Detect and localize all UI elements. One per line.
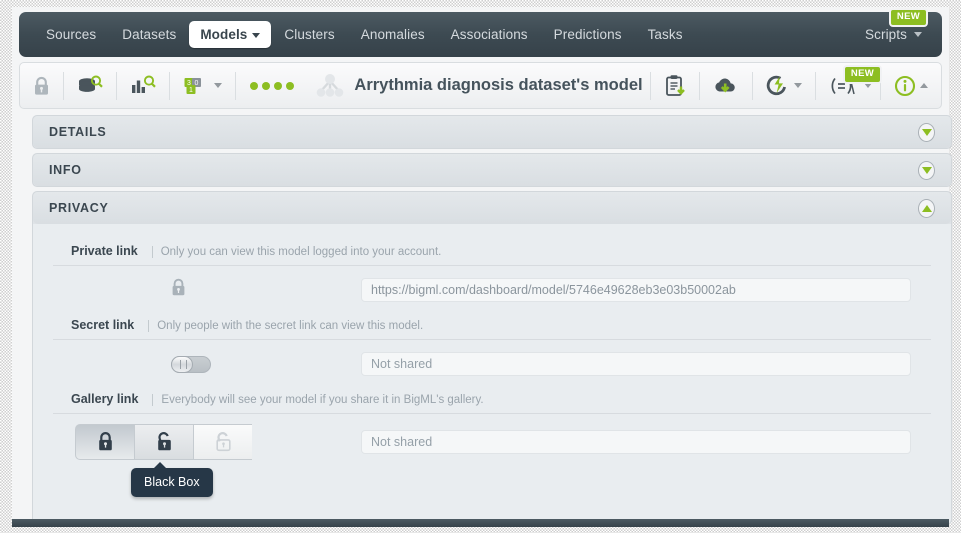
nav-item-models[interactable]: Models xyxy=(189,21,272,48)
private-link-label: Private link xyxy=(71,244,138,258)
privacy-row-body: Black Box Not shared xyxy=(53,414,931,497)
closed-lock-icon xyxy=(171,278,186,302)
lock-icon-glyph xyxy=(35,76,48,95)
nav-item-sources[interactable]: Sources xyxy=(33,21,109,48)
private-link-description: Only you can view this model logged into… xyxy=(151,246,441,258)
info-icon[interactable] xyxy=(881,62,941,109)
clipboard-download-icon[interactable] xyxy=(651,62,699,109)
private-link-control xyxy=(71,278,361,302)
formula-icon[interactable]: NEW xyxy=(816,62,882,109)
section-info-title: INFO xyxy=(49,163,82,177)
progress-dot xyxy=(286,81,294,90)
dataset-search-icon[interactable] xyxy=(64,62,116,109)
chevron-down-icon xyxy=(864,83,872,88)
chevron-up-icon[interactable] xyxy=(918,198,935,218)
toggle-knob xyxy=(171,355,193,373)
model-title: Arrythmia diagnosis dataset's model xyxy=(308,73,650,99)
gallery-closed-lock-button[interactable] xyxy=(75,424,134,460)
gallery-link-control: Black Box xyxy=(71,424,361,497)
model-title-text: Arrythmia diagnosis dataset's model xyxy=(354,76,643,94)
gallery-link-label: Gallery link xyxy=(71,392,139,406)
section-privacy-title: PRIVACY xyxy=(49,201,109,215)
histogram-search-icon[interactable] xyxy=(117,62,169,109)
cloud-download-icon[interactable] xyxy=(700,62,752,109)
progress-dot xyxy=(262,81,270,90)
gallery-public-button[interactable] xyxy=(193,424,252,460)
privacy-row-header: Gallery link Everybody will see your mod… xyxy=(53,392,931,414)
dataset-search-icon-glyph xyxy=(79,75,103,92)
page-footer xyxy=(12,519,949,527)
section-privacy: PRIVACY Private link Only you can view t… xyxy=(32,191,952,525)
section-details-title: DETAILS xyxy=(49,125,107,139)
node-threshold-icon[interactable]: 3 0 1 xyxy=(170,62,235,109)
gallery-privacy-button-group: Black Box xyxy=(75,424,252,497)
secret-link-toggle[interactable] xyxy=(171,355,211,373)
triangle-up xyxy=(921,204,932,212)
section-details[interactable]: DETAILS xyxy=(32,115,952,149)
gallery-black-box-button[interactable] xyxy=(134,424,193,460)
secret-link-description: Only people with the secret link can vie… xyxy=(148,320,423,332)
chevron-down-icon[interactable] xyxy=(918,122,935,142)
section-privacy-body: Private link Only you can view this mode… xyxy=(33,224,951,524)
privacy-row-private-link: Private link Only you can view this mode… xyxy=(53,244,931,312)
model-progress-dots xyxy=(236,81,308,90)
chevron-down-icon xyxy=(914,32,922,37)
chevron-up-icon xyxy=(920,83,928,88)
clipboard-download-icon-glyph xyxy=(666,74,685,96)
histogram-search-icon-glyph xyxy=(132,75,156,93)
secret-link-control xyxy=(71,355,361,373)
gallery-link-description: Everybody will see your model if you sha… xyxy=(152,394,484,406)
privacy-row-body: Not shared xyxy=(53,340,931,386)
progress-dot xyxy=(274,81,282,90)
privacy-row-gallery-link: Gallery link Everybody will see your mod… xyxy=(53,392,931,497)
nav-item-predictions[interactable]: Predictions xyxy=(541,21,635,48)
private-link-field[interactable]: https://bigml.com/dashboard/model/5746e4… xyxy=(361,278,911,302)
chevron-down-icon xyxy=(794,83,802,88)
triangle-down xyxy=(921,166,932,174)
new-badge: NEW xyxy=(888,8,928,27)
triangle-down xyxy=(921,128,932,136)
info-icon-glyph xyxy=(894,75,916,96)
privacy-row-header: Secret link Only people with the secret … xyxy=(53,318,931,340)
gallery-link-field[interactable]: Not shared xyxy=(361,430,911,454)
svg-text:1: 1 xyxy=(189,87,193,94)
section-info[interactable]: INFO xyxy=(32,153,952,187)
section-privacy-header[interactable]: PRIVACY xyxy=(33,192,951,224)
chevron-down-icon[interactable] xyxy=(918,160,935,180)
nav-item-associations[interactable]: Associations xyxy=(438,21,541,48)
nav-item-datasets[interactable]: Datasets xyxy=(109,21,189,48)
gallery-button-tooltip: Black Box xyxy=(131,462,213,497)
nav-item-clusters[interactable]: Clusters xyxy=(271,21,347,48)
flash-icon-glyph xyxy=(766,75,786,95)
privacy-row-secret-link: Secret link Only people with the secret … xyxy=(53,318,931,386)
privacy-row-body: https://bigml.com/dashboard/model/5746e4… xyxy=(53,266,931,312)
section-details-header[interactable]: DETAILS xyxy=(33,116,951,148)
nav-item-tasks[interactable]: Tasks xyxy=(635,21,696,48)
section-info-header[interactable]: INFO xyxy=(33,154,951,186)
node-threshold-icon-glyph: 3 0 1 xyxy=(184,77,201,94)
chevron-down-icon xyxy=(214,83,222,88)
nav-item-scripts[interactable]: Scripts NEW xyxy=(852,8,928,48)
nav-item-anomalies[interactable]: Anomalies xyxy=(348,21,438,48)
flash-icon[interactable] xyxy=(753,62,815,109)
new-badge: NEW xyxy=(842,65,882,84)
page-root: Sources Datasets Models Clusters Anomali… xyxy=(0,0,961,533)
main-navigation: Sources Datasets Models Clusters Anomali… xyxy=(19,8,942,57)
secret-link-field[interactable]: Not shared xyxy=(361,352,911,376)
decision-tree-icon xyxy=(317,73,344,97)
open-lock-icon xyxy=(157,432,171,451)
closed-lock-icon-glyph xyxy=(172,278,185,296)
model-toolbar: 3 0 1 Arrythmia diagnosis dataset's mode… xyxy=(19,62,942,109)
chevron-down-icon xyxy=(252,32,261,38)
closed-lock-icon xyxy=(98,432,112,451)
cloud-download-icon-glyph xyxy=(715,78,735,92)
nav-item-models-label: Models xyxy=(200,27,248,42)
lock-icon[interactable] xyxy=(20,62,63,109)
progress-dot xyxy=(250,81,258,90)
secret-link-label: Secret link xyxy=(71,318,135,332)
page-sheet: Sources Datasets Models Clusters Anomali… xyxy=(12,7,952,526)
unlocked-lock-icon xyxy=(215,432,231,452)
privacy-row-header: Private link Only you can view this mode… xyxy=(53,244,931,266)
